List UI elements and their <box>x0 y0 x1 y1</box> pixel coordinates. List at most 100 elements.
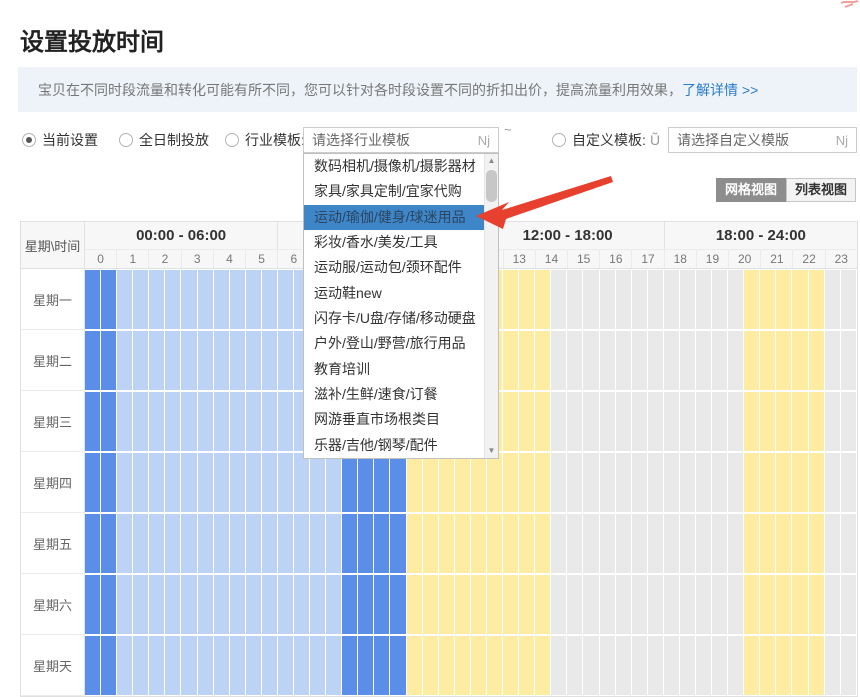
time-cell[interactable] <box>278 270 293 329</box>
time-cell[interactable] <box>214 575 229 634</box>
list-view-button[interactable]: 列表视图 <box>786 178 856 202</box>
time-cell[interactable] <box>439 575 454 634</box>
time-cell[interactable] <box>825 636 840 695</box>
time-cell[interactable] <box>825 514 840 573</box>
time-cell[interactable] <box>535 575 550 634</box>
time-cell[interactable] <box>326 636 341 695</box>
time-cell[interactable] <box>181 514 196 573</box>
time-cell[interactable] <box>294 575 309 634</box>
time-cell[interactable] <box>358 575 373 634</box>
time-cell[interactable] <box>310 636 325 695</box>
time-cell[interactable] <box>503 453 518 512</box>
time-cell[interactable] <box>246 453 261 512</box>
time-cell[interactable] <box>149 453 164 512</box>
time-cell[interactable] <box>600 575 615 634</box>
time-cell[interactable] <box>455 636 470 695</box>
time-cell[interactable] <box>551 575 566 634</box>
time-cell[interactable] <box>117 636 132 695</box>
time-cell[interactable] <box>680 331 695 390</box>
radio-custom-template-label[interactable]: 自定义模板: <box>572 127 646 153</box>
dropdown-item[interactable]: 滋补/生鲜/速食/订餐 <box>304 382 484 407</box>
time-cell[interactable] <box>567 392 582 451</box>
time-cell[interactable] <box>616 514 631 573</box>
time-cell[interactable] <box>262 514 277 573</box>
time-cell[interactable] <box>632 575 647 634</box>
time-cell[interactable] <box>198 453 213 512</box>
time-cell[interactable] <box>728 636 743 695</box>
time-cell[interactable] <box>664 575 679 634</box>
time-cell[interactable] <box>230 392 245 451</box>
time-cell[interactable] <box>583 331 598 390</box>
time-cell[interactable] <box>407 453 422 512</box>
radio-all-day-label[interactable]: 全日制投放 <box>139 127 209 153</box>
time-cell[interactable] <box>712 392 727 451</box>
time-cell[interactable] <box>294 514 309 573</box>
time-cell[interactable] <box>230 270 245 329</box>
time-cell[interactable] <box>423 636 438 695</box>
time-cell[interactable] <box>181 331 196 390</box>
dropdown-scrollbar[interactable]: ▲ ▼ <box>484 154 498 458</box>
time-cell[interactable] <box>792 575 807 634</box>
time-cell[interactable] <box>760 331 775 390</box>
time-cell[interactable] <box>85 575 100 634</box>
time-cell[interactable] <box>567 453 582 512</box>
time-cell[interactable] <box>648 453 663 512</box>
time-cell[interactable] <box>117 331 132 390</box>
time-cell[interactable] <box>85 636 100 695</box>
time-cell[interactable] <box>358 636 373 695</box>
time-cell[interactable] <box>567 575 582 634</box>
time-cell[interactable] <box>600 392 615 451</box>
time-cell[interactable] <box>262 636 277 695</box>
time-cell[interactable] <box>165 575 180 634</box>
dropdown-item[interactable]: 运动/瑜伽/健身/球迷用品 <box>304 205 484 230</box>
time-cell[interactable] <box>149 636 164 695</box>
time-cell[interactable] <box>760 575 775 634</box>
time-cell[interactable] <box>117 453 132 512</box>
time-cell[interactable] <box>310 575 325 634</box>
time-cell[interactable] <box>101 636 116 695</box>
time-cell[interactable] <box>728 392 743 451</box>
time-cell[interactable] <box>551 453 566 512</box>
time-cell[interactable] <box>728 270 743 329</box>
time-cell[interactable] <box>696 514 711 573</box>
time-cell[interactable] <box>648 392 663 451</box>
time-cell[interactable] <box>101 514 116 573</box>
time-cell[interactable] <box>165 331 180 390</box>
time-cell[interactable] <box>792 514 807 573</box>
time-cell[interactable] <box>374 636 389 695</box>
scroll-up-icon[interactable]: ▲ <box>485 154 498 168</box>
time-cell[interactable] <box>181 575 196 634</box>
time-cell[interactable] <box>133 331 148 390</box>
time-cell[interactable] <box>600 636 615 695</box>
time-cell[interactable] <box>181 270 196 329</box>
time-cell[interactable] <box>149 270 164 329</box>
time-cell[interactable] <box>165 270 180 329</box>
time-cell[interactable] <box>616 636 631 695</box>
time-cell[interactable] <box>423 453 438 512</box>
time-cell[interactable] <box>117 270 132 329</box>
time-cell[interactable] <box>760 453 775 512</box>
time-cell[interactable] <box>342 514 357 573</box>
time-cell[interactable] <box>519 636 534 695</box>
time-cell[interactable] <box>632 636 647 695</box>
time-cell[interactable] <box>600 453 615 512</box>
time-cell[interactable] <box>133 392 148 451</box>
radio-industry-template-label[interactable]: 行业模板: <box>245 127 305 153</box>
time-cell[interactable] <box>809 514 824 573</box>
time-cell[interactable] <box>503 331 518 390</box>
time-cell[interactable] <box>583 575 598 634</box>
time-cell[interactable] <box>712 270 727 329</box>
time-cell[interactable] <box>294 453 309 512</box>
dropdown-item[interactable]: 家具/家具定制/宜家代购 <box>304 179 484 204</box>
time-cell[interactable] <box>760 392 775 451</box>
time-cell[interactable] <box>149 514 164 573</box>
time-cell[interactable] <box>374 514 389 573</box>
time-cell[interactable] <box>728 514 743 573</box>
time-cell[interactable] <box>792 392 807 451</box>
time-cell[interactable] <box>519 453 534 512</box>
time-cell[interactable] <box>744 636 759 695</box>
time-cell[interactable] <box>278 453 293 512</box>
time-cell[interactable] <box>455 514 470 573</box>
time-cell[interactable] <box>133 636 148 695</box>
time-cell[interactable] <box>246 392 261 451</box>
